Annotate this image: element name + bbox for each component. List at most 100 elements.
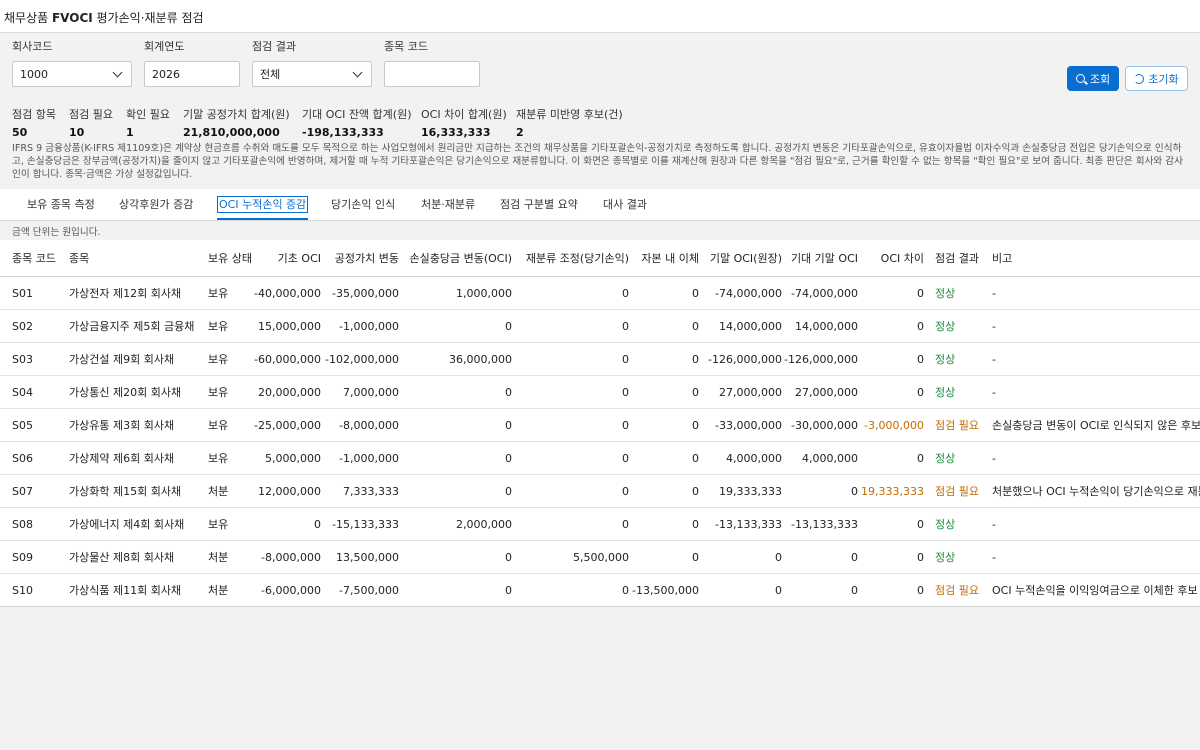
table-row[interactable]: S06 가상제약 제6회 회사채 보유 5,000,000 -1,000,000 0 0 0 4…	[0, 442, 1200, 475]
row-equity-transfer: 0	[692, 484, 699, 498]
column-header[interactable]: 점검 결과	[935, 240, 979, 276]
row-allowance-change: 2,000,000	[456, 517, 512, 531]
row-end-oci-ledger: 19,333,333	[719, 484, 782, 498]
row-code: S08	[12, 517, 33, 531]
row-note: -	[992, 451, 996, 465]
row-end-oci-ledger: 4,000,000	[726, 451, 782, 465]
row-equity-transfer: 0	[692, 352, 699, 366]
row-name: 가상금융지주 제5회 금융채	[69, 320, 195, 333]
row-oci-diff: 0	[917, 385, 924, 399]
row-fv-change: -8,000,000	[339, 418, 399, 432]
column-header[interactable]: 기초 OCI	[250, 240, 321, 276]
row-reclass: 0	[622, 484, 629, 498]
row-note: -	[992, 385, 996, 399]
table-row[interactable]: S09 가상물산 제8회 회사채 처분 -8,000,000 13,500,000 0 5,…	[0, 541, 1200, 574]
row-end-oci-expected: -30,000,000	[791, 418, 858, 432]
row-allowance-change: 1,000,000	[456, 286, 512, 300]
table-row[interactable]: S01 가상전자 제12회 회사채 보유 -40,000,000 -35,000,000…	[0, 277, 1200, 310]
row-end-oci-expected: -126,000,000	[784, 352, 858, 366]
tab-summary[interactable]: 점검 구분별 요약	[500, 189, 578, 220]
row-end-oci-expected: -74,000,000	[791, 286, 858, 300]
row-fv-change: -7,500,000	[339, 583, 399, 597]
row-fv-change: 7,000,000	[343, 385, 399, 399]
column-header[interactable]: 비고	[992, 240, 1012, 276]
summary-item: 점검 필요 10	[69, 108, 113, 139]
row-oci-diff: 0	[917, 583, 924, 597]
row-end-oci-ledger: -13,133,333	[715, 517, 782, 531]
table-row[interactable]: S08 가상에너지 제4회 회사채 보유 0 -15,133,333 2,000,000 0…	[0, 508, 1200, 541]
item-code-label: 종목 코드	[384, 40, 428, 53]
tab-disposal[interactable]: 처분·재분류	[421, 189, 475, 220]
table-header: 종목 코드 종목 보유 상태 기초 OCI 공정가치 변동 손실충당금 변동(O…	[0, 240, 1200, 277]
row-code: S04	[12, 385, 33, 399]
search-icon	[1075, 74, 1085, 83]
row-reclass: 0	[622, 385, 629, 399]
row-name: 가상식품 제11회 회사채	[69, 584, 182, 597]
row-begin-oci: 12,000,000	[258, 484, 321, 498]
fiscal-year-input[interactable]: 2026	[144, 61, 240, 87]
search-button[interactable]: 조회	[1067, 66, 1119, 91]
column-header[interactable]: 종목 코드	[12, 240, 56, 276]
row-check-result: 점검 필요	[935, 584, 979, 597]
table-row[interactable]: S02 가상금융지주 제5회 금융채 보유 15,000,000 -1,000,000 0…	[0, 310, 1200, 343]
row-note: 손실충당금 변동이 OCI로 인식되지 않은 후보	[992, 419, 1200, 432]
row-check-result: 정상	[935, 287, 956, 300]
column-header[interactable]: 종목	[69, 240, 89, 276]
tab-amortized-cost[interactable]: 상각후원가 증감	[119, 189, 193, 220]
table-row[interactable]: S04 가상통신 제20회 회사채 보유 20,000,000 7,000,000 0 0 0…	[0, 376, 1200, 409]
chevron-down-icon	[352, 67, 363, 77]
column-header[interactable]: OCI 차이	[858, 240, 924, 276]
tab-oci-movement[interactable]: OCI 누적손익 증감	[216, 189, 309, 220]
row-begin-oci: -60,000,000	[254, 352, 321, 366]
row-code: S06	[12, 451, 33, 465]
row-check-result: 정상	[935, 320, 956, 333]
row-fv-change: -102,000,000	[325, 352, 399, 366]
tab-reconciliation[interactable]: 대사 결과	[603, 189, 647, 220]
row-allowance-change: 0	[505, 484, 512, 498]
row-end-oci-expected: 0	[851, 484, 858, 498]
reset-button[interactable]: 초기화	[1125, 66, 1188, 91]
column-header[interactable]: 재분류 조정(당기손익)	[512, 240, 629, 276]
column-header[interactable]: 손실충당금 변동(OCI)	[399, 240, 512, 276]
row-fv-change: -15,133,333	[332, 517, 399, 531]
row-oci-diff: 0	[917, 451, 924, 465]
column-header[interactable]: 기말 OCI(원장)	[699, 240, 782, 276]
tab-profit-loss[interactable]: 당기손익 인식	[331, 189, 395, 220]
row-end-oci-expected: 4,000,000	[802, 451, 858, 465]
check-result-select[interactable]: 전체	[252, 61, 372, 87]
page-title: 채무상품 FVOCI 평가손익·재분류 점검	[0, 0, 1200, 33]
item-code-input[interactable]	[384, 61, 480, 87]
row-begin-oci: 20,000,000	[258, 385, 321, 399]
column-header[interactable]: 자본 내 이체	[629, 240, 699, 276]
row-check-result: 정상	[935, 386, 956, 399]
table-row[interactable]: S07 가상화학 제15회 회사채 처분 12,000,000 7,333,333 0 0 0…	[0, 475, 1200, 508]
column-header[interactable]: 공정가치 변동	[321, 240, 399, 276]
filter-bar: 회사코드 1000 회계연도 2026 점검 결과 전체 종목 코드	[12, 38, 1192, 98]
reset-icon	[1134, 73, 1145, 84]
table-row[interactable]: S03 가상건설 제9회 회사채 보유 -60,000,000 -102,000,000…	[0, 343, 1200, 376]
column-header[interactable]: 보유 상태	[208, 240, 252, 276]
row-allowance-change: 0	[505, 418, 512, 432]
row-status: 처분	[208, 551, 229, 564]
row-oci-diff: 0	[917, 319, 924, 333]
tab-bar: 보유 종목 측정 상각후원가 증감 OCI 누적손익 증감 당기손익 인식 처분…	[0, 189, 1200, 221]
row-equity-transfer: 0	[692, 517, 699, 531]
row-note: 처분했으나 OCI 누적손익이 당기손익으로 재분류되지 않은 후보	[992, 485, 1200, 498]
row-status: 보유	[208, 320, 229, 333]
row-equity-transfer: 0	[692, 385, 699, 399]
row-allowance-change: 0	[505, 385, 512, 399]
row-status: 보유	[208, 386, 229, 399]
row-allowance-change: 0	[505, 583, 512, 597]
column-header[interactable]: 기대 기말 OCI	[782, 240, 858, 276]
table-row[interactable]: S10 가상식품 제11회 회사채 처분 -6,000,000 -7,500,000 0 0…	[0, 574, 1200, 606]
row-note: OCI 누적손익을 이익잉여금으로 이체한 후보	[992, 584, 1198, 597]
table-row[interactable]: S05 가상유통 제3회 회사채 보유 -25,000,000 -8,000,000 0 0…	[0, 409, 1200, 442]
summary-item: 기말 공정가치 합계(원) 21,810,000,000	[183, 108, 290, 139]
company-code-select[interactable]: 1000	[12, 61, 132, 87]
row-oci-diff: -3,000,000	[864, 418, 924, 432]
row-end-oci-expected: 14,000,000	[795, 319, 858, 333]
tab-holdings[interactable]: 보유 종목 측정	[27, 189, 95, 220]
row-end-oci-ledger: -33,000,000	[715, 418, 782, 432]
row-check-result: 정상	[935, 353, 956, 366]
row-code: S07	[12, 484, 33, 498]
